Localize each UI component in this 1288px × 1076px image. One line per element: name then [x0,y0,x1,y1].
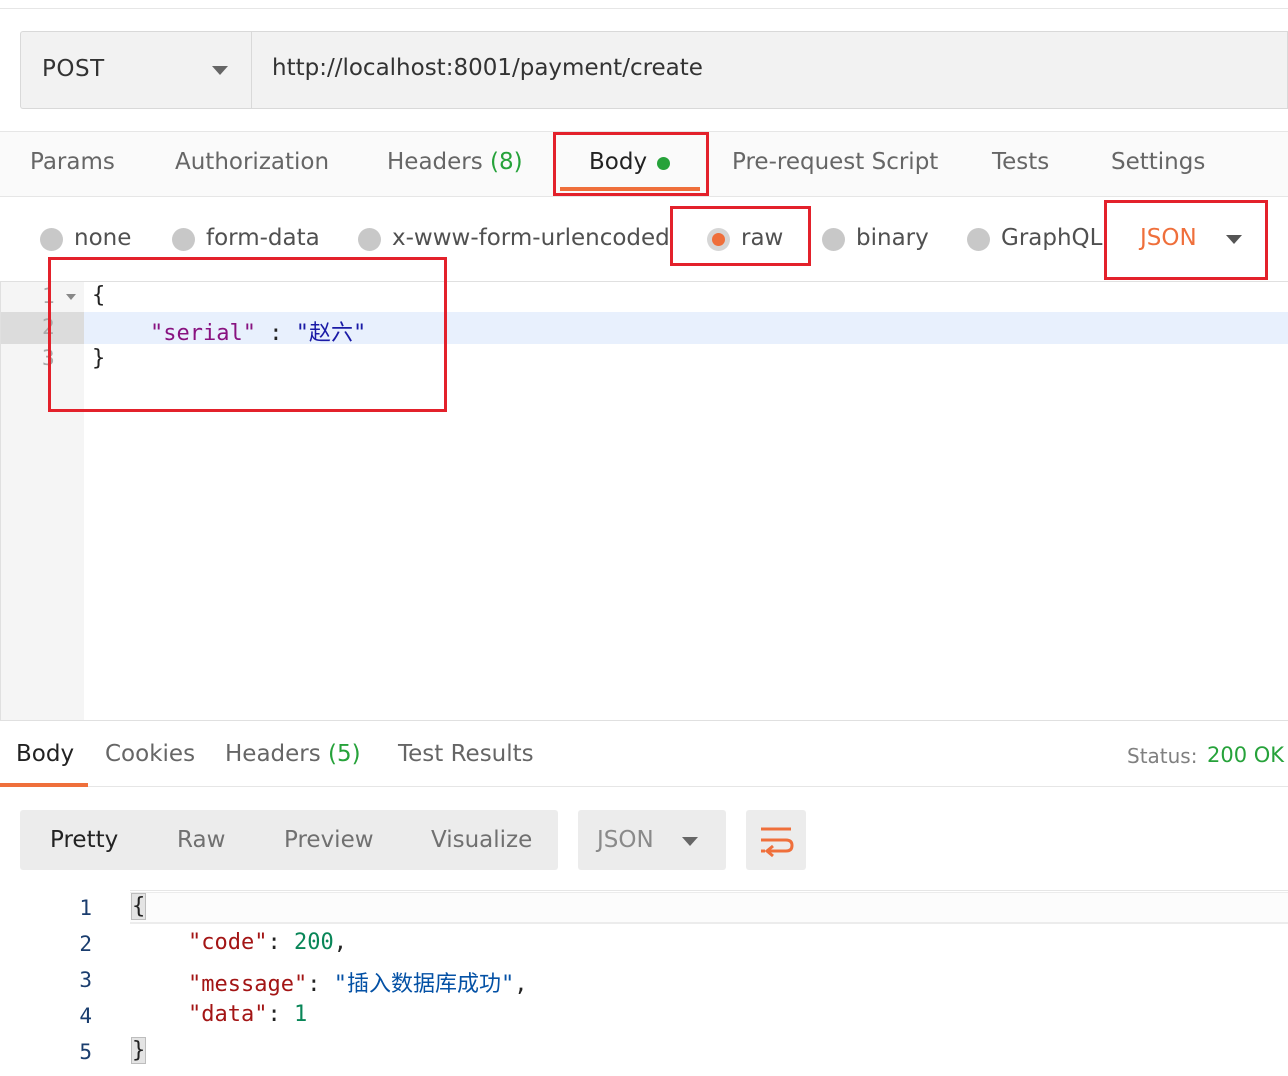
response-line-number: 4 [79,1004,92,1028]
response-line-3: "message": "插入数据库成功", [188,972,528,997]
response-line-2: "code": 200, [188,930,347,955]
active-tab-indicator [0,783,88,787]
view-pretty-button[interactable]: Pretty [50,827,118,853]
response-line-5: } [130,1037,147,1064]
json-number: 200 [293,930,334,955]
response-tab-headers-label: Headers [225,741,321,767]
response-line-4: "data": 1 [188,1002,308,1027]
method-label: POST [42,56,105,82]
response-tab-headers[interactable]: Headers (5) [225,741,361,767]
tab-authorization[interactable]: Authorization [175,149,329,175]
chevron-down-icon [682,837,698,846]
view-visualize-button[interactable]: Visualize [431,827,532,853]
top-divider [0,8,1288,9]
response-line-number: 5 [79,1040,92,1064]
radio-none-label: none [74,225,132,251]
tab-headers-count: (8) [490,149,523,175]
highlight-box-editor [48,257,447,412]
radio-graphql[interactable] [967,228,990,251]
response-language-label: JSON [597,827,654,853]
radio-binary[interactable] [822,228,845,251]
radio-form-data[interactable] [172,228,195,251]
response-tab-test-results[interactable]: Test Results [398,741,534,767]
tab-tests[interactable]: Tests [992,149,1049,175]
response-tabs-divider [0,786,1288,787]
wrap-lines-button[interactable] [746,810,806,870]
response-line-1: { [130,893,147,920]
response-body-divider [130,890,1288,891]
json-key: "code" [188,930,268,955]
status-value: 200 OK [1207,743,1285,767]
response-active-line [130,892,1288,924]
radio-none[interactable] [40,228,63,251]
chevron-down-icon [212,66,228,75]
highlight-box-json [1104,200,1268,280]
tab-headers[interactable]: Headers (8) [387,149,523,175]
wrap-lines-icon [761,827,794,858]
json-key: "message" [188,972,308,997]
json-key: "data" [188,1002,268,1027]
response-line-number: 3 [79,968,92,992]
radio-graphql-label: GraphQL [1001,225,1103,251]
response-tab-cookies[interactable]: Cookies [105,741,195,767]
radio-urlencoded-label: x-www-form-urlencoded [392,225,670,251]
response-line-number: 2 [79,932,92,956]
response-tab-body[interactable]: Body [16,741,74,767]
highlight-box-body-tab [553,132,709,196]
status-label: Status: [1127,744,1198,768]
view-raw-button[interactable]: Raw [177,827,225,853]
tab-pre-request-script[interactable]: Pre-request Script [732,149,938,175]
json-number: 1 [293,1002,308,1027]
tab-headers-label: Headers [387,149,483,175]
highlight-box-raw [670,206,811,266]
radio-urlencoded[interactable] [358,228,381,251]
response-tab-headers-count: (5) [328,741,361,767]
tab-settings[interactable]: Settings [1111,149,1205,175]
radio-form-data-label: form-data [206,225,320,251]
url-value: http://localhost:8001/payment/create [272,55,703,81]
json-string: "插入数据库成功" [333,972,515,997]
response-line-number: 1 [79,896,92,920]
radio-binary-label: binary [856,225,929,251]
tab-params[interactable]: Params [30,149,115,175]
view-preview-button[interactable]: Preview [284,827,374,853]
